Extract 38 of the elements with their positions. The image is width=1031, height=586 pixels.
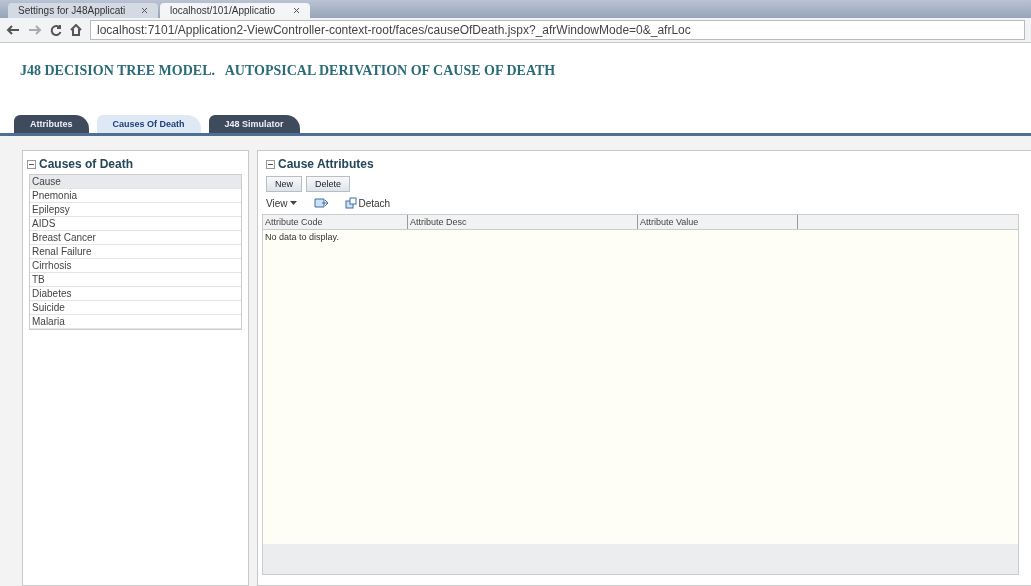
- list-item[interactable]: Pnemonia: [30, 189, 241, 203]
- list-item[interactable]: Cirrhosis: [30, 259, 241, 273]
- page-title: J48 DECISION TREE MODEL. AUTOPSICAL DERIVATION OF CAUSE OF DEATH: [19, 62, 557, 80]
- collapse-icon[interactable]: [266, 159, 275, 169]
- column-header[interactable]: Attribute Code: [263, 215, 408, 229]
- tab[interactable]: Causes Of Death: [96, 115, 201, 133]
- tab[interactable]: Attributes: [14, 115, 89, 133]
- tab[interactable]: J48 Simulator: [208, 115, 300, 133]
- list-item[interactable]: Breast Cancer: [30, 231, 241, 245]
- list-item[interactable]: Epilepsy: [30, 203, 241, 217]
- home-icon[interactable]: [70, 24, 82, 36]
- collapse-icon[interactable]: [27, 159, 36, 169]
- address-field[interactable]: localhost:7101/Application2-ViewController-context-root/faces/causeOfDeath.jspx?_afrWindowMode=0&_afrLoc: [90, 20, 1025, 40]
- empty-message: No data to display.: [265, 232, 339, 242]
- list-item[interactable]: Malaria: [30, 315, 241, 329]
- column-header[interactable]: Attribute Desc: [408, 215, 638, 229]
- list-item[interactable]: Cause: [30, 175, 241, 189]
- freeze-icon[interactable]: [312, 196, 329, 210]
- reload-icon[interactable]: [50, 24, 62, 36]
- list-item[interactable]: AIDS: [30, 217, 241, 231]
- list-item[interactable]: TB: [30, 273, 241, 287]
- back-icon[interactable]: [6, 24, 20, 36]
- browser-tab[interactable]: localhost/101/Applicatio: [160, 3, 310, 18]
- caret-icon: [289, 201, 297, 205]
- close-icon[interactable]: [141, 7, 148, 14]
- toolbar-button[interactable]: New: [266, 176, 302, 192]
- panel-title: Cause Attributes: [278, 157, 374, 171]
- panel-title: Causes of Death: [39, 157, 134, 171]
- column-header[interactable]: Attribute Value: [638, 215, 798, 229]
- toolbar-button[interactable]: Delete: [306, 176, 351, 192]
- detach-button[interactable]: Detach: [344, 197, 391, 209]
- browser-tab[interactable]: Settings for J48Applicati: [8, 3, 158, 18]
- detach-icon: [344, 197, 357, 209]
- close-icon[interactable]: [293, 7, 300, 14]
- list-item[interactable]: Diabetes: [30, 287, 241, 301]
- list-item[interactable]: Suicide: [30, 301, 241, 315]
- view-menu[interactable]: View: [266, 197, 297, 209]
- list-item[interactable]: Renal Failure: [30, 245, 241, 259]
